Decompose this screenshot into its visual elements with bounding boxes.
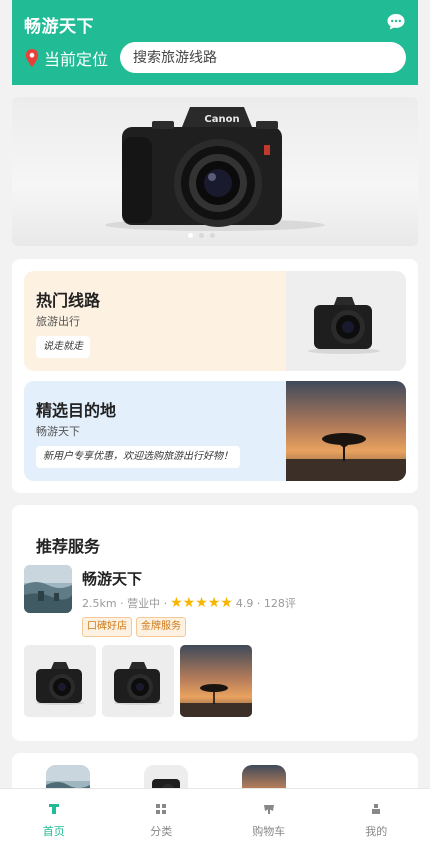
card-title: 热门线路 (36, 291, 101, 310)
meta-separator: · (253, 596, 264, 610)
meta-separator: · (116, 596, 128, 610)
gallery-photo[interactable] (24, 645, 96, 717)
tab-profile[interactable]: 我的 (323, 789, 430, 844)
shop-rating: 4.9 (235, 596, 254, 610)
shop-badge: 口碑好店 (82, 617, 132, 637)
carousel-dot[interactable] (188, 233, 193, 238)
user-icon (372, 804, 381, 814)
shop-thumbnail-image[interactable] (24, 565, 72, 613)
home-icon (48, 804, 59, 814)
shop-name[interactable]: 畅游天下 (82, 568, 142, 589)
app-page: 畅游天下 当前定位 搜索旅游线路 Canon 热门线路 旅游出行 说走就走 精选… (0, 0, 430, 844)
shop-meta: 2.5km · 营业中 · ★★★★★ 4.9 · 128评 (82, 595, 296, 611)
hot-routes-card[interactable]: 热门线路 旅游出行 说走就走 (24, 271, 406, 371)
cart-icon (263, 805, 274, 814)
rating-stars: ★★★★★ (170, 595, 233, 611)
featured-destination-card[interactable]: 精选目的地 畅游天下 新用户专享优惠，欢迎选购旅游出行好物！ (24, 381, 406, 481)
current-location-button[interactable]: 当前定位 (24, 46, 108, 70)
tab-category[interactable]: 分类 (108, 789, 216, 844)
app-brand-title: 畅游天下 (24, 17, 94, 37)
card-tag: 说走就走 (36, 336, 90, 358)
banner-carousel[interactable]: Canon (12, 97, 418, 246)
top-header: 畅游天下 当前定位 (12, 0, 418, 85)
card-tag: 新用户专享优惠，欢迎选购旅游出行好物！ (36, 446, 240, 468)
search-input[interactable] (120, 42, 406, 73)
tab-label: 首页 (42, 825, 65, 838)
tab-label: 购物车 (252, 825, 286, 838)
location-label: 当前定位 (44, 50, 109, 69)
gallery-photo[interactable] (180, 645, 252, 717)
tab-label: 分类 (150, 825, 173, 838)
tab-home[interactable]: 首页 (0, 789, 108, 844)
gallery-photo[interactable] (102, 645, 174, 717)
camera-thumbnail-image (286, 271, 406, 371)
shop-badges: 口碑好店 金牌服务 (82, 617, 186, 637)
feature-cards-section: 热门线路 旅游出行 说走就走 精选目的地 畅游天下 新用户专享优惠，欢迎选购旅游… (12, 259, 418, 493)
svg-text:Canon: Canon (204, 114, 239, 125)
shop-reviews: 128评 (263, 597, 296, 610)
recommended-service-section: 推荐服务 畅游天下 2.5km · 营业中 · ★★★★★ 4.9 · 128评… (12, 505, 418, 741)
card-subtitle: 畅游天下 (36, 425, 80, 438)
bottom-tab-bar: 首页 分类 购物车 我的 (0, 788, 430, 844)
meta-separator: · (160, 596, 168, 610)
card-title: 精选目的地 (36, 401, 117, 420)
carousel-dot[interactable] (210, 233, 215, 238)
card-subtitle: 旅游出行 (36, 315, 80, 328)
shop-photo-gallery (24, 645, 252, 717)
chat-bubble-icon[interactable] (386, 12, 406, 32)
carousel-indicator (188, 233, 215, 238)
shop-badge: 金牌服务 (136, 617, 186, 637)
tab-cart[interactable]: 购物车 (215, 789, 323, 844)
grid-icon (156, 804, 167, 814)
tab-label: 我的 (365, 825, 388, 838)
map-pin-icon (25, 49, 39, 67)
shop-status: 营业中 (127, 597, 161, 610)
shop-distance: 2.5km (82, 596, 117, 610)
camera-banner-image: Canon (105, 107, 325, 231)
savanna-sunset-image (286, 381, 406, 481)
carousel-dot[interactable] (199, 233, 204, 238)
section-title: 推荐服务 (36, 537, 101, 556)
